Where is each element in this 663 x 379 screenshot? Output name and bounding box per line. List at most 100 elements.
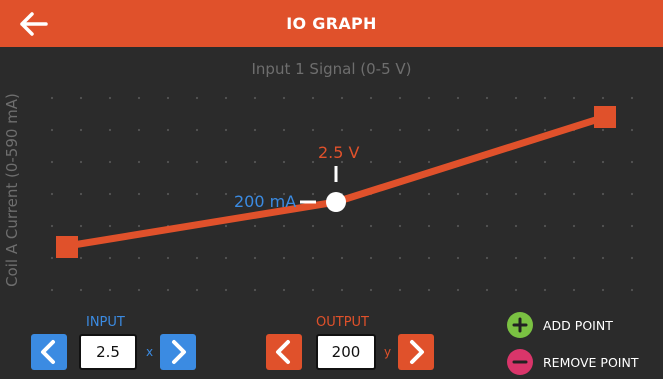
output-increase-button[interactable] xyxy=(398,334,434,370)
input-value-field[interactable]: 2.5 xyxy=(79,334,137,370)
grid-dot xyxy=(224,256,228,260)
grid-dot xyxy=(572,160,576,164)
grid-dot xyxy=(601,128,605,132)
grid-dot xyxy=(311,160,315,164)
grid-dot xyxy=(311,224,315,228)
grid-dot xyxy=(398,192,402,196)
input-increase-button[interactable] xyxy=(160,334,196,370)
grid-dot xyxy=(456,224,460,228)
grid-dot xyxy=(224,288,228,292)
chevron-left-icon xyxy=(276,340,290,364)
grid-dot xyxy=(543,160,547,164)
grid-dot xyxy=(282,288,286,292)
grid-dot xyxy=(572,224,576,228)
grid-dot xyxy=(79,256,83,260)
chevron-left-icon xyxy=(41,340,55,364)
grid-dot xyxy=(108,224,112,228)
grid-dot xyxy=(311,192,315,196)
grid-dot xyxy=(311,96,315,100)
grid-dot xyxy=(137,224,141,228)
grid-dot xyxy=(543,128,547,132)
grid-dot xyxy=(398,128,402,132)
grid-dot xyxy=(195,256,199,260)
chevron-right-icon xyxy=(410,340,424,364)
grid-dot xyxy=(224,96,228,100)
grid-dot xyxy=(108,288,112,292)
grid-dot xyxy=(253,224,257,228)
grid-dot xyxy=(427,224,431,228)
grid-dot xyxy=(224,128,228,132)
grid-dot xyxy=(630,96,634,100)
grid-dot xyxy=(514,256,518,260)
grid-dot xyxy=(253,96,257,100)
grid-dot xyxy=(543,192,547,196)
grid-dot xyxy=(224,160,228,164)
selected-input-value: 2.5 V xyxy=(318,143,360,162)
grid-dot xyxy=(456,96,460,100)
selected-point[interactable] xyxy=(326,192,346,212)
chevron-right-icon xyxy=(172,340,186,364)
grid-dot xyxy=(601,96,605,100)
grid-dot xyxy=(427,128,431,132)
grid-dot xyxy=(485,160,489,164)
grid-dot xyxy=(427,192,431,196)
grid-dot xyxy=(514,128,518,132)
grid-dot xyxy=(485,224,489,228)
grid-dot xyxy=(630,256,634,260)
grid-dot xyxy=(137,160,141,164)
grid-dot xyxy=(456,128,460,132)
grid-dot xyxy=(427,288,431,292)
output-label: OUTPUT xyxy=(316,315,369,330)
add-point-button[interactable]: ADD POINT xyxy=(507,312,647,340)
grid-dot xyxy=(398,288,402,292)
grid-dot xyxy=(601,192,605,196)
grid-dot xyxy=(485,128,489,132)
grid-dot xyxy=(79,96,83,100)
grid-dot xyxy=(456,288,460,292)
grid-dot xyxy=(166,160,170,164)
grid-dot xyxy=(601,160,605,164)
output-value-field[interactable]: 200 xyxy=(316,334,376,370)
input-label: INPUT xyxy=(86,315,125,330)
grid-dot xyxy=(79,224,83,228)
output-decrease-button[interactable] xyxy=(266,334,302,370)
grid-dot xyxy=(224,192,228,196)
grid-dot xyxy=(79,288,83,292)
grid-dot xyxy=(282,128,286,132)
grid-dot xyxy=(311,128,315,132)
graph-point-start[interactable] xyxy=(56,236,78,258)
grid-dot xyxy=(485,96,489,100)
grid-dot xyxy=(108,160,112,164)
grid-dot xyxy=(543,96,547,100)
grid-dot xyxy=(79,192,83,196)
graph-point-end[interactable] xyxy=(594,106,616,128)
grid-dot xyxy=(572,96,576,100)
grid-dot xyxy=(398,224,402,228)
grid-dot xyxy=(166,96,170,100)
grid-dot xyxy=(50,128,54,132)
remove-point-button[interactable]: REMOVE POINT xyxy=(507,349,657,377)
grid-dot xyxy=(543,288,547,292)
grid-dot xyxy=(340,96,344,100)
selected-output-value: 200 mA xyxy=(234,192,297,211)
add-point-label: ADD POINT xyxy=(543,318,613,333)
plus-icon xyxy=(507,312,533,338)
grid-dot xyxy=(195,192,199,196)
grid-dot xyxy=(108,128,112,132)
grid-dot xyxy=(630,224,634,228)
grid-dot xyxy=(195,288,199,292)
grid-dot xyxy=(398,160,402,164)
grid-dot xyxy=(253,160,257,164)
grid-dot xyxy=(282,256,286,260)
grid-dot xyxy=(427,256,431,260)
grid-dot xyxy=(195,128,199,132)
remove-point-label: REMOVE POINT xyxy=(543,355,639,370)
minus-icon xyxy=(507,349,533,375)
grid-dot xyxy=(398,256,402,260)
grid-dot xyxy=(79,160,83,164)
input-decrease-button[interactable] xyxy=(31,334,67,370)
grid-dot xyxy=(369,128,373,132)
curve-segment-2 xyxy=(332,113,609,206)
grid-dot xyxy=(543,256,547,260)
grid-dot xyxy=(282,224,286,228)
